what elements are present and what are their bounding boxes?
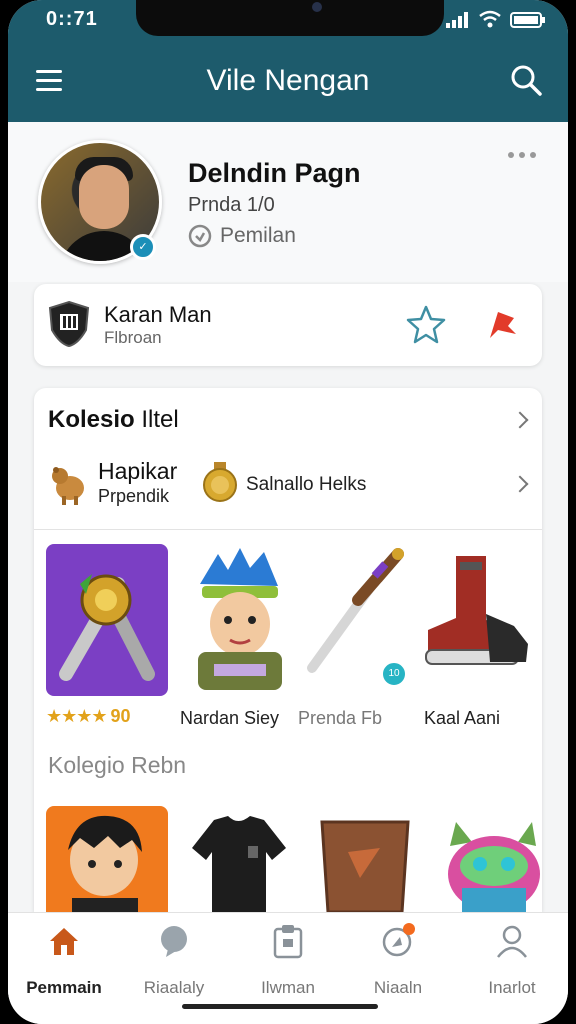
- collection-item-blade[interactable]: 10: [298, 544, 420, 696]
- collection-card: Kolesio Iltel Hapikar Prpendik Salnallo …: [34, 388, 542, 912]
- signal-icon: [446, 12, 468, 28]
- chevron-right-icon[interactable]: [511, 475, 529, 493]
- collection-item-tool[interactable]: [46, 544, 168, 696]
- home-indicator[interactable]: [182, 1004, 378, 1009]
- camera-notch: [136, 0, 444, 36]
- collection-item-creature[interactable]: [432, 818, 554, 912]
- profile-section: ✓ Delndin Pagn Prnda 1/0 Pemilan: [8, 122, 568, 282]
- favorite-star-icon[interactable]: [406, 304, 446, 344]
- profile-role-label: Pemilan: [220, 224, 296, 247]
- battery-icon: [510, 12, 545, 28]
- chat-icon: [161, 926, 187, 957]
- nav-label: Pemmain: [26, 978, 102, 997]
- collection-item-shield[interactable]: [304, 816, 426, 912]
- profile-level: Prnda 1/0: [188, 194, 275, 216]
- team-shield-icon: [48, 300, 90, 348]
- more-options-icon[interactable]: [508, 152, 538, 162]
- item-badge-icon: 10: [380, 660, 408, 688]
- verified-badge-icon: ✓: [130, 234, 156, 260]
- nav-label: Niaaln: [373, 978, 423, 997]
- compass-icon: [382, 923, 415, 957]
- item-label: Kaal Aani: [424, 708, 501, 728]
- profile-name: Delndin Pagn: [188, 158, 361, 188]
- flag-icon[interactable]: [484, 306, 520, 342]
- subitem-title: Hapikar: [98, 458, 178, 484]
- nav-label: Inarlot: [488, 978, 536, 997]
- subitem-subtitle: Prpendik: [98, 486, 170, 506]
- item-label: Nardan Siey: [180, 708, 280, 728]
- app-title: Vile Nengan: [206, 64, 370, 97]
- shirt-icon: [192, 816, 286, 912]
- creature-icon: [448, 822, 540, 912]
- collection-item-avatar[interactable]: [46, 806, 168, 912]
- team-name: Karan Man: [104, 302, 212, 327]
- nav-item-home[interactable]: Pemmain: [14, 923, 114, 1003]
- collection-subrow[interactable]: Hapikar Prpendik Salnallo Helks: [34, 450, 542, 530]
- status-time: 0::71: [46, 8, 98, 30]
- nav-item-clipboard[interactable]: Ilwman: [238, 923, 338, 1003]
- home-icon: [50, 928, 78, 955]
- rating-stars-icon: ★★★★: [46, 706, 108, 726]
- app-bar: Vile Nengan: [8, 40, 568, 122]
- search-icon[interactable]: [510, 64, 542, 96]
- bear-icon: [52, 467, 84, 505]
- nav-label: Riaalaly: [143, 978, 205, 997]
- status-bar: 0::71: [8, 0, 568, 40]
- item-rating: ★★★★ 90: [46, 706, 131, 727]
- collection-item-character[interactable]: [178, 544, 300, 696]
- collection-item-boots[interactable]: [416, 544, 538, 696]
- profile-role: Pemilan: [188, 224, 296, 248]
- role-icon: [188, 224, 212, 248]
- elf-character-icon: [198, 548, 282, 690]
- medal-icon: [203, 462, 237, 502]
- wooden-shield-icon: [320, 820, 410, 912]
- nav-item-compass[interactable]: Niaaln: [348, 923, 448, 1003]
- app-screen: 0::71 Vile Nengan ✓ Delndin Pagn Prnda 1…: [8, 0, 568, 1024]
- item-label: Prenda Fb: [298, 708, 383, 728]
- collection-item-shirt[interactable]: [178, 812, 300, 912]
- clipboard-icon: [273, 925, 303, 959]
- profile-icon: [497, 925, 527, 958]
- section-title: Kolegio Rebn: [48, 752, 187, 778]
- rating-value: 90: [110, 706, 131, 726]
- status-icons: [446, 10, 546, 28]
- nav-item-profile[interactable]: Inarlot: [462, 923, 562, 1003]
- boy-character-icon: [68, 815, 142, 912]
- medal-text: Salnallo Helks: [246, 474, 367, 495]
- boots-icon: [425, 556, 528, 665]
- collection-title[interactable]: Kolesio Iltel: [48, 406, 179, 434]
- nav-label: Ilwman: [261, 978, 315, 997]
- wrench-icon: [59, 574, 155, 681]
- wifi-icon: [479, 10, 501, 28]
- nav-item-chat[interactable]: Riaalaly: [124, 923, 224, 1003]
- team-subtitle: Flbroan: [104, 328, 162, 347]
- team-card[interactable]: Karan Man Flbroan: [34, 284, 542, 366]
- chevron-right-icon[interactable]: [511, 411, 529, 429]
- header-bar: 0::71 Vile Nengan: [8, 0, 568, 122]
